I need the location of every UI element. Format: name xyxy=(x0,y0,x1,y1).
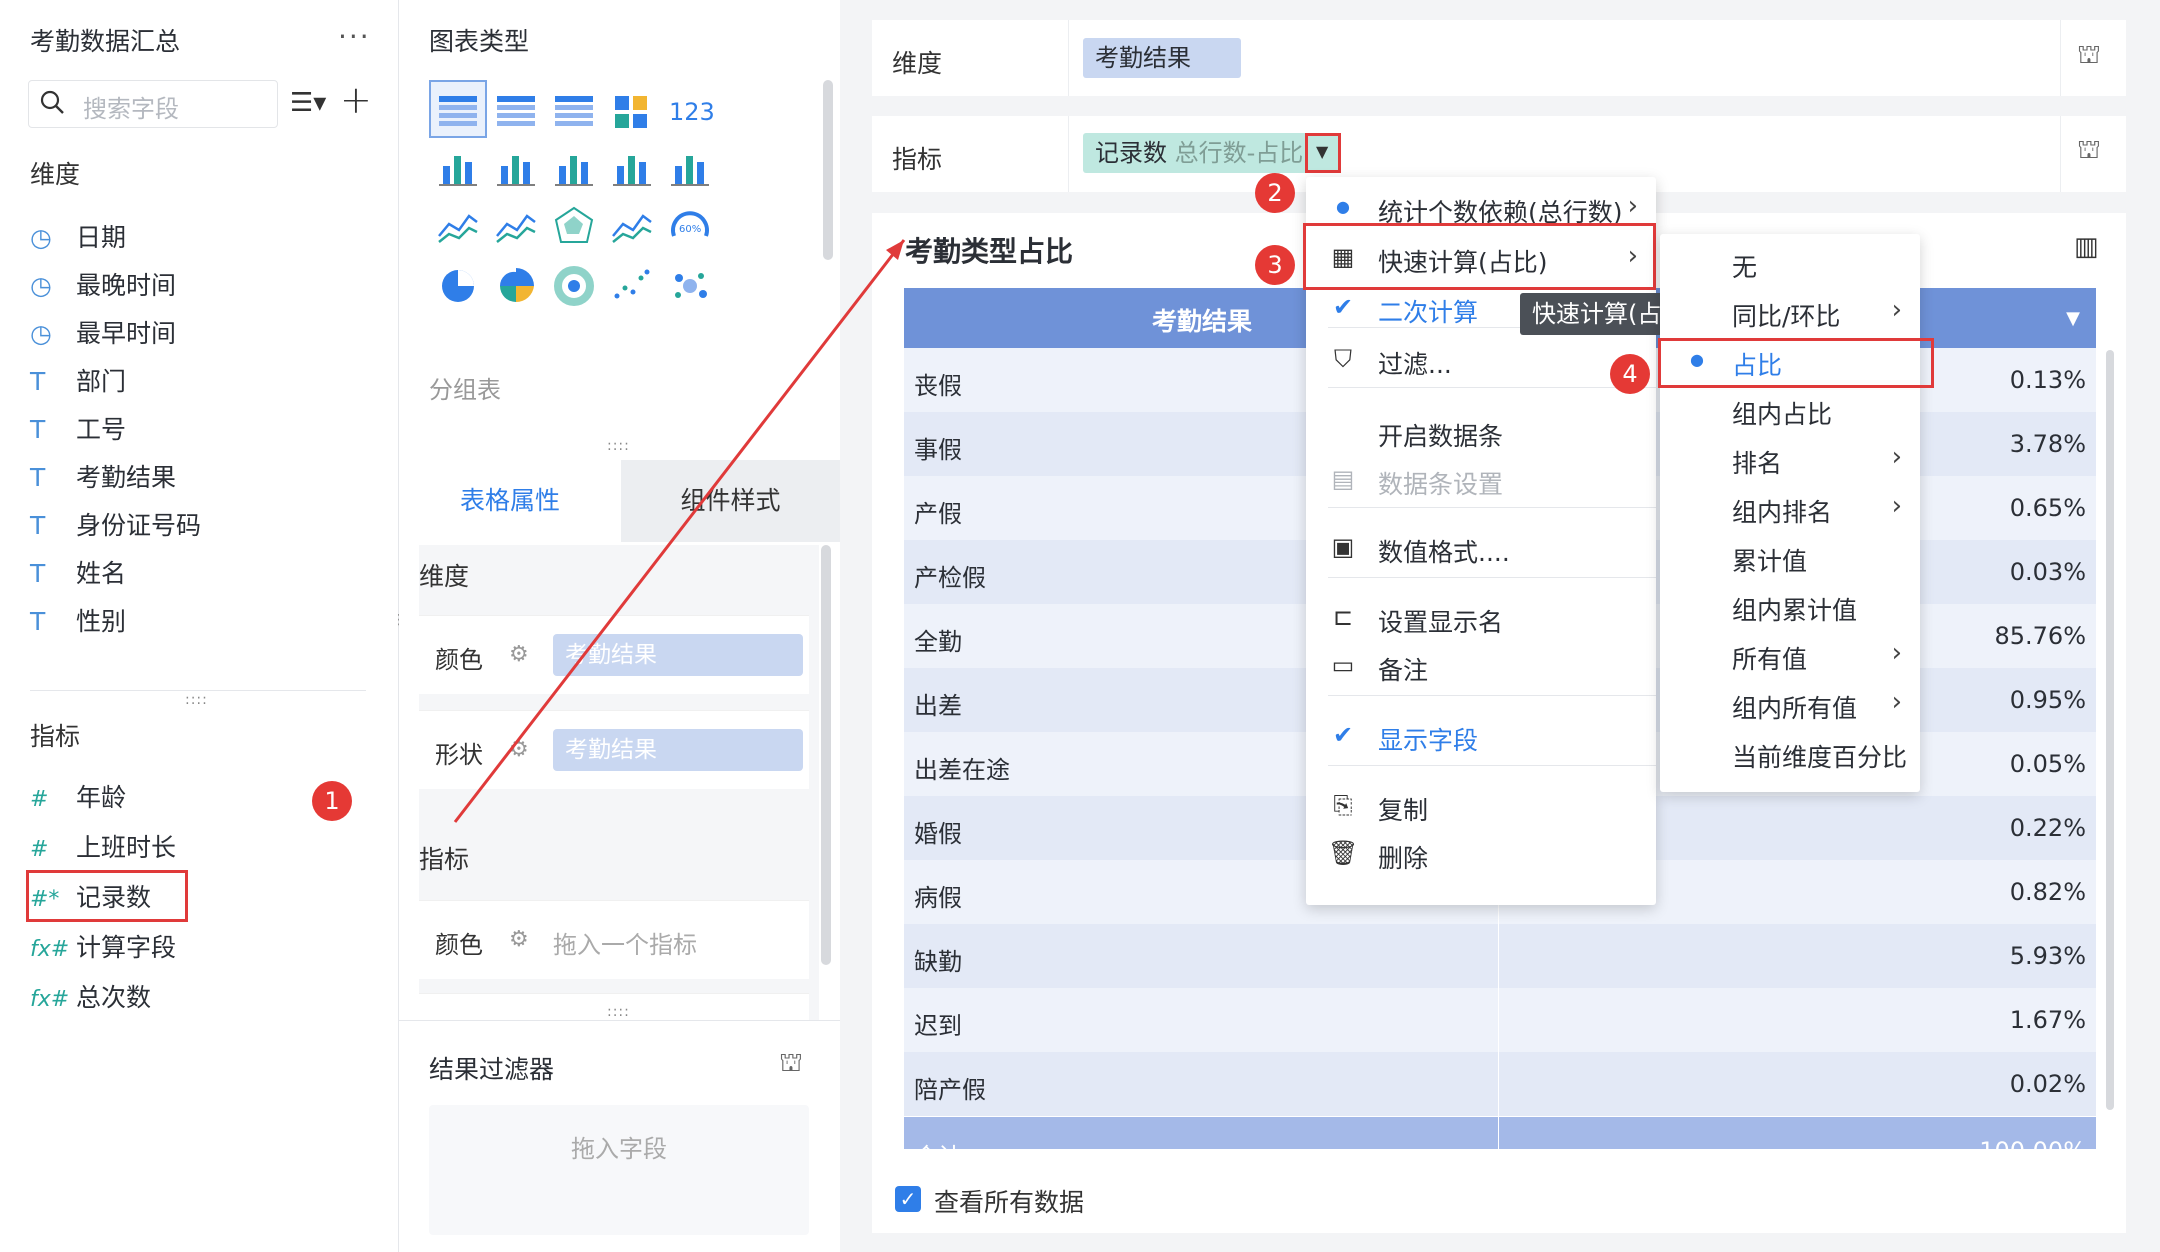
menu-item-label: 数据条设置 xyxy=(1378,470,1504,499)
submenu-item-label: 同比/环比 xyxy=(1732,302,1841,331)
submenu-item[interactable]: 无 xyxy=(1660,240,1920,288)
number-format-icon: ▣ xyxy=(1331,533,1355,561)
submenu-item-label: 无 xyxy=(1732,253,1758,282)
filter-icon: ⛉ xyxy=(1334,345,1352,373)
check-icon: ✔ xyxy=(1332,721,1354,749)
submenu-item-label: 所有值 xyxy=(1732,645,1808,674)
trash-icon: 🗑 xyxy=(1328,839,1359,867)
menu-item[interactable]: ✔ 显示字段 xyxy=(1306,713,1656,761)
menu-item-label: 显示字段 xyxy=(1378,726,1479,755)
ratio-highlight xyxy=(1658,338,1934,388)
submenu-item-label: 组内排名 xyxy=(1732,498,1833,527)
menu-item-label: 设置显示名 xyxy=(1378,608,1504,637)
submenu-item-label: 累计值 xyxy=(1732,547,1808,576)
comment-icon: ▭ xyxy=(1331,651,1355,679)
chevron-right-icon: › xyxy=(1891,638,1902,668)
submenu-item[interactable]: 同比/环比 › xyxy=(1660,289,1920,337)
quick-calc-highlight xyxy=(1303,223,1656,290)
menu-item-label: 开启数据条 xyxy=(1378,422,1504,451)
submenu-item-label: 组内所有值 xyxy=(1732,694,1858,723)
submenu-item[interactable]: 排名 › xyxy=(1660,436,1920,484)
chevron-right-icon: › xyxy=(1891,442,1902,472)
quick-calc-submenu: 无同比/环比 › ● 占比 组内占比 排名 › 组内排名 › 累计值 组内累计值 所有值 › 组内所有值 ›… xyxy=(1660,234,1920,792)
menu-item-label: 删除 xyxy=(1378,844,1429,873)
submenu-item[interactable]: 组内所有值 › xyxy=(1660,681,1920,729)
submenu-item-label: 排名 xyxy=(1732,449,1783,478)
submenu-item[interactable]: 累计值 xyxy=(1660,534,1920,582)
submenu-item-label: 组内占比 xyxy=(1732,400,1833,429)
submenu-item[interactable]: 组内占比 xyxy=(1660,387,1920,435)
menu-item-label: 过滤... xyxy=(1378,350,1452,379)
step-badge-3: 3 xyxy=(1255,245,1295,285)
chevron-right-icon: › xyxy=(1891,295,1902,325)
dot-icon: ● xyxy=(1336,197,1350,216)
menu-item[interactable]: 🗑 删除 xyxy=(1306,831,1656,879)
menu-item[interactable]: ▤ 数据条设置 xyxy=(1306,457,1656,505)
menu-item-label: 数值格式.... xyxy=(1378,538,1510,567)
menu-item[interactable]: ▭ 备注 xyxy=(1306,643,1656,691)
copy-icon: ⎘ xyxy=(1333,791,1353,819)
submenu-item[interactable]: 组内累计值 xyxy=(1660,583,1920,631)
submenu-item[interactable]: 所有值 › xyxy=(1660,632,1920,680)
submenu-item-label: 组内累计值 xyxy=(1732,596,1858,625)
menu-item-label: 复制 xyxy=(1378,796,1429,825)
step-badge-4: 4 xyxy=(1610,354,1650,394)
menu-item[interactable]: 开启数据条 xyxy=(1306,409,1656,457)
rename-icon: ⊏ xyxy=(1332,603,1354,631)
submenu-item-label: 当前维度百分比 xyxy=(1732,743,1908,772)
submenu-item[interactable]: 当前维度百分比 xyxy=(1660,730,1920,778)
chevron-right-icon: › xyxy=(1891,491,1902,521)
menu-item[interactable]: ⊏ 设置显示名 xyxy=(1306,595,1656,643)
check-icon: ✔ xyxy=(1332,293,1354,321)
chevron-right-icon: › xyxy=(1891,687,1902,717)
menu-item[interactable]: ⛉ 过滤... xyxy=(1306,337,1656,385)
menu-item[interactable]: ▣ 数值格式.... xyxy=(1306,525,1656,573)
menu-item[interactable]: ⎘ 复制 xyxy=(1306,783,1656,831)
menu-item-label: 二次计算 xyxy=(1378,298,1479,327)
menu-item-label: 备注 xyxy=(1378,656,1429,685)
databar-settings-icon: ▤ xyxy=(1331,465,1355,493)
submenu-item[interactable]: 组内排名 › xyxy=(1660,485,1920,533)
chevron-right-icon: › xyxy=(1627,191,1638,221)
